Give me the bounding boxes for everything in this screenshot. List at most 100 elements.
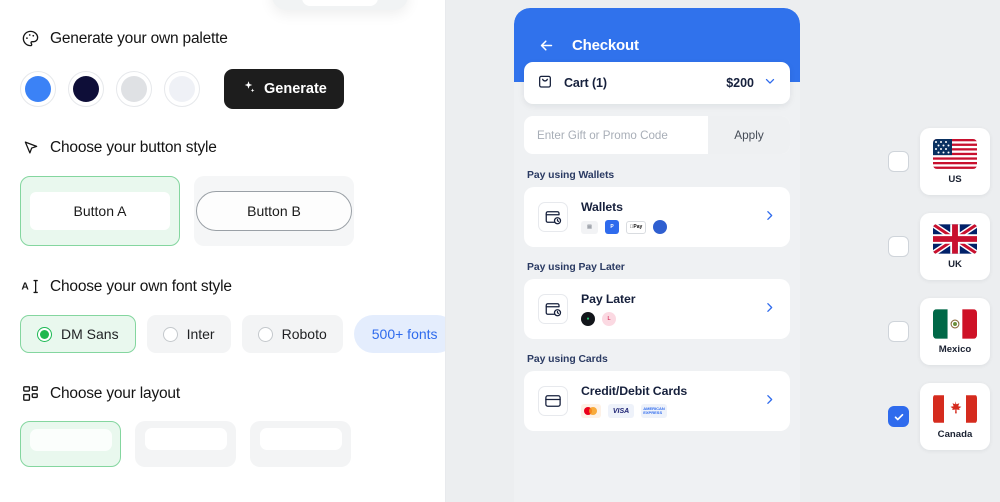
button-style-option-a[interactable]: Button A — [20, 176, 180, 246]
swatch-gray[interactable] — [116, 71, 152, 107]
country-row-mexico: Mexico — [888, 298, 990, 365]
country-card-mexico[interactable]: Mexico — [920, 298, 990, 365]
button-style-options: Button A Button B — [20, 176, 425, 246]
country-name-us: US — [948, 173, 962, 185]
layout-options — [20, 421, 425, 467]
country-name-canada: Canada — [937, 428, 973, 440]
radio-inter — [162, 326, 178, 342]
font-option-roboto[interactable]: Roboto — [241, 315, 343, 353]
brand-visa: VISA — [608, 404, 634, 418]
brand-simpl: ● — [581, 312, 595, 326]
country-name-uk: UK — [948, 258, 962, 270]
wallet-brand-row: ▤ P Pay — [581, 220, 667, 234]
country-checkbox-canada[interactable] — [888, 406, 909, 427]
more-fonts-button[interactable]: 500+ fonts — [353, 315, 445, 353]
country-name-mexico: Mexico — [938, 343, 972, 355]
pay-main-wallets: Wallets ▤ P Pay — [581, 200, 667, 234]
mexico-flag — [933, 308, 977, 339]
button-style-option-b[interactable]: Button B — [194, 176, 354, 246]
swatch-dark[interactable] — [68, 71, 104, 107]
country-card-canada[interactable]: Canada — [920, 383, 990, 450]
preview-panel: Checkout Cart (1) $200 Enter Gift or Pro… — [446, 0, 1000, 502]
swatch-primary[interactable] — [20, 71, 56, 107]
later-brand-row: ● L — [581, 312, 635, 326]
font-style-title: Choose your own font style — [50, 277, 232, 295]
country-row-us: US — [888, 128, 990, 195]
button-style-header: Choose your button style — [20, 137, 425, 158]
cart-summary-row[interactable]: Cart (1) $200 — [524, 62, 790, 104]
wallet-icon — [538, 202, 568, 232]
promo-code-input[interactable] — [524, 116, 708, 154]
cursor-icon — [20, 137, 41, 158]
config-panel: Generate your own palette Generate Choos… — [0, 0, 446, 502]
pay-name-cards: Credit/Debit Cards — [581, 384, 688, 398]
palette-icon — [20, 28, 41, 49]
brand-paytm: P — [605, 220, 619, 234]
sparkle-icon — [241, 80, 256, 99]
section-button-style: Choose your button style Button A Button… — [20, 137, 425, 246]
pay-option-pay-later[interactable]: Pay Later ● L — [524, 279, 790, 339]
pay-main-later: Pay Later ● L — [581, 292, 636, 326]
chevron-right-icon-later[interactable] — [763, 301, 776, 318]
font-options: DM Sans Inter Roboto 500+ fonts — [20, 315, 445, 353]
button-a-sample: Button A — [30, 192, 170, 230]
pay-option-wallets[interactable]: Wallets ▤ P Pay — [524, 187, 790, 247]
font-label-dm-sans: DM Sans — [61, 326, 119, 342]
font-option-inter[interactable]: Inter — [146, 315, 231, 353]
layout-title: Choose your layout — [50, 384, 180, 402]
font-option-dm-sans[interactable]: DM Sans — [20, 315, 136, 353]
checkout-body: Apply Pay using Wallets Wallets — [514, 82, 800, 431]
chevron-down-icon[interactable] — [763, 74, 777, 93]
brand-lazypay: L — [602, 312, 616, 326]
card-icon — [538, 386, 568, 416]
generate-label: Generate — [264, 81, 327, 97]
swatch-light[interactable] — [164, 71, 200, 107]
generate-button[interactable]: Generate — [224, 69, 344, 109]
brand-amex: AMERICAN EXPRESS — [641, 404, 667, 418]
cart-label: Cart (1) — [564, 76, 607, 90]
pay-main-cards: Credit/Debit Cards VISA AMERICAN EXPRESS — [581, 384, 687, 418]
layout-header: Choose your layout — [20, 383, 425, 404]
cards-brand-row: VISA AMERICAN EXPRESS — [581, 404, 687, 418]
pay-option-cards[interactable]: Credit/Debit Cards VISA AMERICAN EXPRESS — [524, 371, 790, 431]
country-checkbox-uk[interactable] — [888, 236, 909, 257]
radio-roboto — [257, 326, 273, 342]
app-screen: Generate your own palette Generate Choos… — [0, 0, 1000, 502]
section-palette: Generate your own palette Generate — [20, 0, 425, 109]
brand-amazon-pay — [653, 220, 667, 234]
country-checkbox-us[interactable] — [888, 151, 909, 172]
palette-title: Generate your own palette — [50, 29, 228, 47]
button-b-sample: Button B — [196, 191, 352, 231]
pay-label-wallets: Pay using Wallets — [527, 170, 615, 181]
palette-swatches: Generate — [20, 69, 425, 109]
checkout-title: Checkout — [572, 36, 639, 54]
section-layout: Choose your layout — [20, 383, 425, 467]
back-arrow-icon[interactable] — [536, 35, 556, 55]
pay-label-pay-later: Pay using Pay Later — [527, 262, 625, 273]
layout-option-3[interactable] — [250, 421, 351, 467]
bag-icon — [537, 73, 553, 94]
layout-option-1[interactable] — [20, 421, 121, 467]
pay-label-cards: Pay using Cards — [527, 354, 608, 365]
country-row-canada: Canada — [888, 383, 990, 450]
country-selector: US UK Mexico Canada — [888, 128, 990, 450]
country-card-uk[interactable]: UK — [920, 213, 990, 280]
button-style-title: Choose your button style — [50, 138, 217, 156]
chevron-right-icon-wallets[interactable] — [763, 209, 776, 226]
uk-flag — [933, 223, 977, 254]
layout-option-2[interactable] — [135, 421, 236, 467]
chevron-right-icon-cards[interactable] — [763, 393, 776, 410]
pay-name-wallets: Wallets — [581, 200, 623, 214]
font-label-inter: Inter — [186, 326, 215, 342]
country-checkbox-mexico[interactable] — [888, 321, 909, 342]
text-cursor-icon: A — [20, 276, 41, 297]
cart-right: $200 — [726, 74, 777, 93]
country-card-us[interactable]: US — [920, 128, 990, 195]
svg-text:A: A — [21, 282, 29, 293]
font-style-header: A Choose your own font style — [20, 276, 425, 297]
promo-code-row: Apply — [524, 116, 790, 154]
cart-amount: $200 — [726, 76, 754, 90]
grid-icon — [20, 383, 41, 404]
section-font-style: A Choose your own font style DM Sans Int… — [20, 276, 445, 353]
apply-promo-button[interactable]: Apply — [708, 116, 790, 154]
